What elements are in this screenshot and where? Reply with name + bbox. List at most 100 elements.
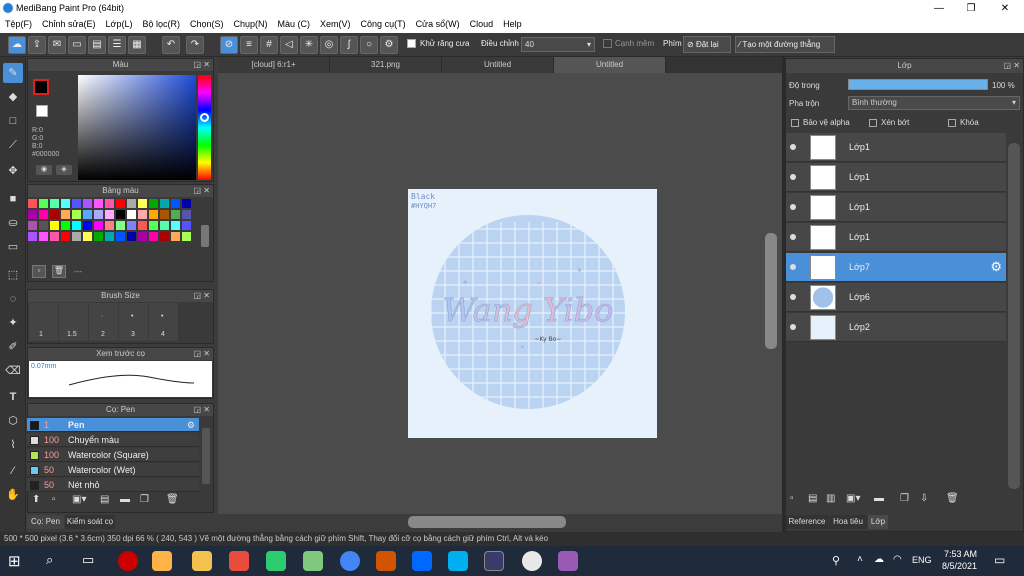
radial-snap-icon[interactable]: ✳ <box>300 36 318 54</box>
palette-new-icon[interactable]: ▫ <box>32 265 46 278</box>
layer-row[interactable]: Lớp1 <box>786 163 1006 192</box>
layer-row[interactable]: Lớp2 <box>786 313 1006 342</box>
eraser-tool-icon[interactable]: ◆ <box>3 87 23 107</box>
brush-tool-icon[interactable]: ✎ <box>3 63 23 83</box>
file-explorer-icon[interactable] <box>192 551 212 571</box>
panel-close-icon[interactable]: ◲ ✕ <box>194 348 210 360</box>
comment-icon[interactable]: ▭ <box>68 36 86 54</box>
palette-swatch[interactable] <box>127 232 136 241</box>
palette-swatch[interactable] <box>61 210 70 219</box>
parallel-snap-icon[interactable]: ≡ <box>240 36 258 54</box>
palette-swatch[interactable] <box>61 221 70 230</box>
cloud-icon[interactable]: ☁ <box>8 36 26 54</box>
panel-close-icon[interactable]: ◲ ✕ <box>194 404 210 416</box>
layer-folder-icon[interactable]: ▬ <box>874 493 884 504</box>
brush-item-watercolor-square[interactable]: 100 Watercolor (Square) <box>27 448 199 462</box>
duplicate-layer-icon[interactable]: ❐ <box>900 493 909 504</box>
palette-swatch[interactable] <box>28 199 37 208</box>
palette-swatch[interactable] <box>105 210 114 219</box>
clock-time[interactable]: 7:53 AM <box>944 549 977 559</box>
task-view-icon[interactable]: ▭ <box>82 552 94 568</box>
palette-swatch[interactable] <box>83 221 92 230</box>
opacity-slider[interactable] <box>848 79 988 90</box>
new-8bit-layer-icon[interactable]: ▥ <box>826 493 835 504</box>
alpha-protect-checkbox[interactable] <box>791 119 799 127</box>
tab-brush[interactable]: Cọ: Pen <box>27 515 64 529</box>
palette-swatch[interactable] <box>116 210 125 219</box>
select-eraser-tool-icon[interactable]: ⌫ <box>3 361 23 381</box>
delete-layer-icon[interactable]: 🗑 <box>946 493 959 504</box>
palette-swatch[interactable] <box>149 221 158 230</box>
layer-settings-icon[interactable]: ⚙ <box>990 259 1002 275</box>
palette-swatch[interactable] <box>149 232 158 241</box>
circle-snap-icon[interactable]: ○ <box>360 36 378 54</box>
saturation-value-picker[interactable] <box>78 75 196 180</box>
close-button[interactable]: ✕ <box>990 0 1020 17</box>
brush-delete-icon[interactable]: 🗑 <box>166 494 179 505</box>
app-green-icon[interactable] <box>266 551 286 571</box>
hue-slider[interactable] <box>198 75 211 180</box>
tab-untitled-2[interactable]: Untitled <box>554 57 666 73</box>
move-tool-icon[interactable]: ✥ <box>3 161 23 181</box>
palette-swatch[interactable] <box>116 221 125 230</box>
primary-color-swatch[interactable] <box>33 79 49 95</box>
windows-start-icon[interactable]: ⊞ <box>8 552 21 570</box>
reset-button[interactable]: ⊘ Đặt lại <box>683 36 731 53</box>
panel-close-icon[interactable]: ◲ ✕ <box>194 290 210 302</box>
layer-row[interactable]: Lớp1 <box>786 133 1006 162</box>
palette-swatch[interactable] <box>50 199 59 208</box>
tray-up-icon[interactable]: ˄ <box>857 554 863 565</box>
menu-select[interactable]: Chọn(S) <box>185 17 229 31</box>
redo-icon[interactable]: ↷ <box>186 36 204 54</box>
palette-scrollbar[interactable] <box>201 225 209 247</box>
select-pen-tool-icon[interactable]: ✐ <box>3 337 23 357</box>
gradient-tool-icon[interactable]: ▭ <box>3 237 23 257</box>
undo-icon[interactable]: ↶ <box>162 36 180 54</box>
palette-swatch[interactable] <box>94 232 103 241</box>
palette-swatch[interactable] <box>28 221 37 230</box>
eye-icon[interactable] <box>790 324 796 330</box>
palette-delete-icon[interactable]: 🗑 <box>52 265 66 278</box>
hue-handle[interactable] <box>200 113 209 122</box>
brush-size-1[interactable]: 1 <box>29 303 58 341</box>
palette-swatch[interactable] <box>39 210 48 219</box>
palette-swatch[interactable] <box>182 232 191 241</box>
menu-color[interactable]: Màu (C) <box>273 17 316 31</box>
merge-layer-icon[interactable]: ⇩ <box>920 493 928 504</box>
secondary-color-swatch[interactable] <box>36 105 48 117</box>
antialias-checkbox[interactable] <box>407 39 416 48</box>
rect-tool-icon[interactable]: □ <box>3 111 23 131</box>
palette-swatch[interactable] <box>39 232 48 241</box>
palette-swatch[interactable] <box>149 210 158 219</box>
keyboard-language[interactable]: ENG <box>912 555 932 565</box>
tab-brush-control[interactable]: Kiểm soát cọ <box>65 515 115 529</box>
palette-swatch[interactable] <box>72 232 81 241</box>
menu-snap[interactable]: Chụp(N) <box>229 17 273 31</box>
palette-swatch[interactable] <box>105 232 114 241</box>
layer-row[interactable]: Lớp1 <box>786 193 1006 222</box>
palette-swatch[interactable] <box>61 232 70 241</box>
people-icon[interactable]: ⚲ <box>832 554 840 567</box>
palette-swatch[interactable] <box>83 199 92 208</box>
palette-swatch[interactable] <box>171 199 180 208</box>
artwork-canvas[interactable]: Wang Yibo ~Ky Bo~ Black #HYQH7 ✦ ✦ ✦ ✦ <box>408 189 657 438</box>
maximize-button[interactable]: ❐ <box>956 0 986 17</box>
palette-swatch[interactable] <box>160 232 169 241</box>
menu-cloud[interactable]: Cloud <box>465 17 499 31</box>
search-icon[interactable]: ⌕ <box>46 552 53 568</box>
hand-tool-icon[interactable]: ✋ <box>3 485 23 505</box>
new-layer-icon[interactable]: ▫ <box>790 493 794 504</box>
opera-icon[interactable] <box>522 551 542 571</box>
app-lime-icon[interactable] <box>303 551 323 571</box>
color-add-icon[interactable]: ◈ <box>56 165 72 175</box>
app-orange-icon[interactable] <box>376 551 396 571</box>
brush-copy-icon[interactable]: ▤ <box>100 494 109 505</box>
upload-icon[interactable]: ⇪ <box>28 36 46 54</box>
menu-layer[interactable]: Lớp(L) <box>101 17 138 31</box>
brush-folder-icon[interactable]: ▬ <box>120 494 130 505</box>
brush-list-scrollbar[interactable] <box>202 428 210 484</box>
grid-snap-icon[interactable]: # <box>260 36 278 54</box>
chat-icon[interactable]: ✉ <box>48 36 66 54</box>
palette-swatch[interactable] <box>138 210 147 219</box>
layer-row[interactable]: Lớp1 <box>786 223 1006 252</box>
